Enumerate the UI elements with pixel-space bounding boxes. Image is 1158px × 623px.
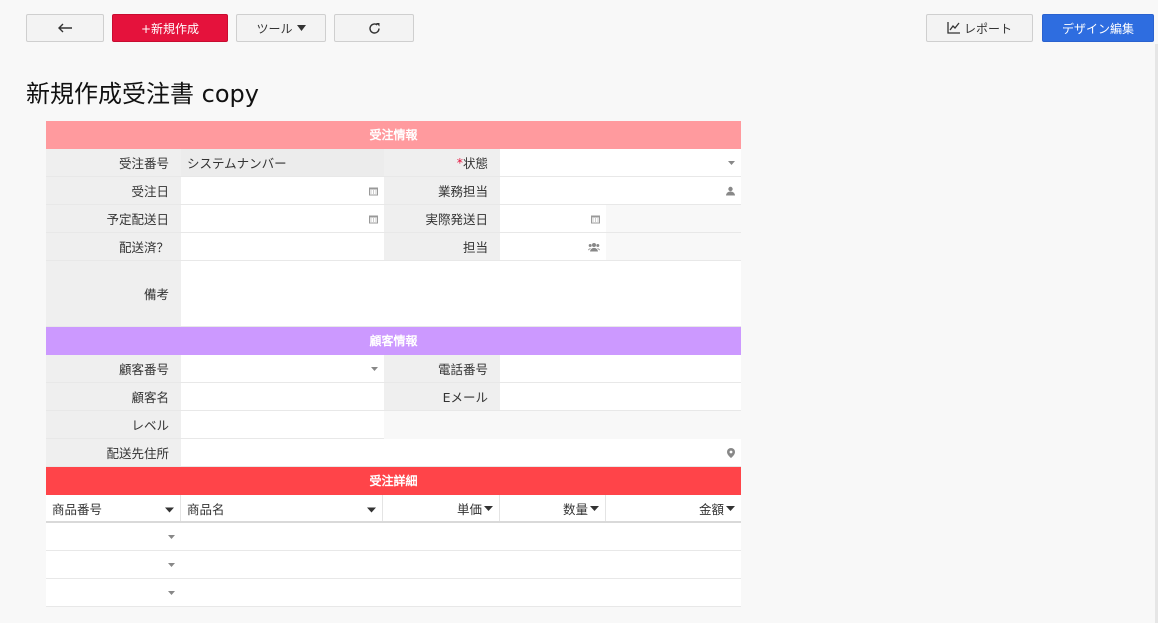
caret-down-icon [168,534,175,539]
report-button[interactable]: レポート [926,14,1033,42]
new-button[interactable]: +新規作成 [112,14,228,42]
order-no-value: システムナンバー [187,156,287,171]
section-header-order-detail: 受注詳細 [46,467,741,495]
form-row: 受注日 業務担当 [46,177,741,205]
customer-name-input[interactable] [181,383,384,410]
column-header-quantity[interactable]: 数量 [500,495,606,521]
phone-input[interactable] [500,355,741,382]
staff-label: 業務担当 [384,177,500,204]
form-row: 配送済？ 担当 [46,233,741,261]
new-button-label: +新規作成 [140,21,200,36]
order-no-field: システムナンバー [181,149,384,176]
order-date-input[interactable] [181,177,384,204]
customer-no-select[interactable] [181,355,384,382]
users-icon [588,242,600,251]
section-header-customer-info: 顧客情報 [46,327,741,355]
assignee-input[interactable] [500,233,606,260]
caret-down-icon [168,590,175,595]
tools-button-label: ツール [256,21,293,36]
detail-table-header: 商品番号 商品名 単価 数量 金額 [46,495,741,523]
actual-ship-date-label: 実際発送日 [384,205,500,232]
actual-ship-date-input[interactable] [500,205,606,232]
order-no-label: 受注番号 [46,149,181,176]
column-label: 金額 [698,501,724,517]
product-no-select[interactable] [46,579,181,606]
refresh-button[interactable] [334,14,414,42]
column-label: 商品番号 [52,501,103,517]
form-row: レベル [46,411,741,439]
caret-down-icon [590,505,599,511]
calendar-icon [369,214,378,223]
level-label: レベル [46,411,181,439]
form-row: 顧客名 Eメール [46,383,741,411]
form-row: 予定配送日 実際発送日 [46,205,741,233]
column-header-amount[interactable]: 金額 [606,495,741,521]
status-label-text: 状態 [462,156,488,171]
column-header-unit-price[interactable]: 単価 [383,495,500,521]
caret-down-icon [371,366,378,371]
toolbar: +新規作成 ツール レポート デザイン編集 [0,0,1158,56]
phone-label: 電話番号 [384,355,500,382]
email-input[interactable] [500,383,741,410]
status-select[interactable] [500,149,741,176]
caret-down-icon [296,25,306,31]
empty-cell [606,233,741,260]
caret-down-icon [728,160,735,165]
page-title: 新規作成受注書 copy [26,80,259,108]
refresh-icon [368,22,380,34]
address-label: 配送先住所 [46,439,181,466]
table-row [46,551,741,579]
planned-ship-date-input[interactable] [181,205,384,232]
line-chart-icon [947,22,960,34]
empty-cell [606,205,741,232]
caret-down-icon [484,505,493,511]
column-label: 単価 [456,501,482,517]
customer-no-label: 顧客番号 [46,355,181,382]
column-header-product-no[interactable]: 商品番号 [46,495,181,521]
planned-ship-date-label: 予定配送日 [46,205,181,232]
remarks-textarea[interactable] [181,261,741,326]
caret-down-icon [165,501,174,516]
column-header-product-name[interactable]: 商品名 [181,495,383,521]
order-form: 受注情報 受注番号 システムナンバー * 状態 受注日 業務担当 予定配送日 実際… [46,121,741,607]
form-row: 受注番号 システムナンバー * 状態 [46,149,741,177]
calendar-icon [369,186,378,195]
table-row [46,579,741,607]
product-no-select[interactable] [46,551,181,578]
column-label: 数量 [562,501,588,517]
shipped-input[interactable] [181,233,384,260]
column-label: 商品名 [187,501,225,517]
design-edit-button[interactable]: デザイン編集 [1042,14,1154,42]
staff-input[interactable] [500,177,741,204]
product-no-select[interactable] [46,523,181,550]
user-icon [726,186,735,195]
caret-down-icon [367,501,376,516]
status-label: * 状態 [384,149,500,176]
level-input[interactable] [181,411,384,439]
map-pin-icon [727,447,735,458]
remarks-label: 備考 [46,261,181,326]
empty-cell [384,411,741,439]
caret-down-icon [168,562,175,567]
section-header-order-info: 受注情報 [46,121,741,149]
caret-down-icon [726,505,735,511]
tools-dropdown-button[interactable]: ツール [236,14,326,42]
order-date-label: 受注日 [46,177,181,204]
report-button-label: レポート [963,21,1012,36]
form-row: 顧客番号 電話番号 [46,355,741,383]
table-row [46,523,741,551]
back-button[interactable] [26,14,104,42]
address-input[interactable] [181,439,741,466]
shipped-label: 配送済？ [46,233,181,260]
assignee-label: 担当 [384,233,500,260]
form-row: 配送先住所 [46,439,741,467]
email-label: Eメール [384,383,500,410]
form-row: 備考 [46,261,741,327]
design-edit-label: デザイン編集 [1061,21,1134,36]
customer-name-label: 顧客名 [46,383,181,410]
calendar-icon [591,214,600,223]
arrow-left-icon [58,23,72,33]
